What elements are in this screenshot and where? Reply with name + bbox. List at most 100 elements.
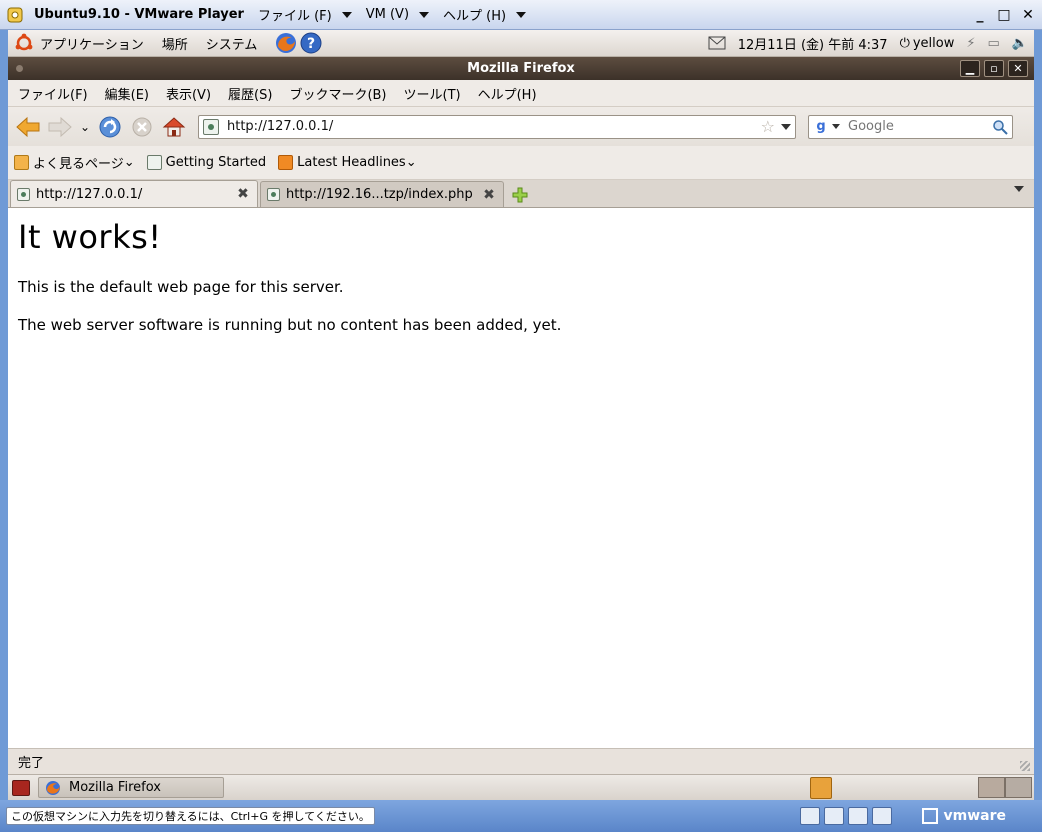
url-dropdown-icon[interactable] xyxy=(781,123,791,130)
firefox-menubar: ファイル(F) 編集(E) 表示(V) 履歴(S) ブックマーク(B) ツール(… xyxy=(8,80,1034,106)
status-bar: 完了 xyxy=(8,748,1034,774)
bookmark-label: Latest Headlines xyxy=(297,155,406,170)
vm-menu-file[interactable]: ファイル (F) xyxy=(258,5,332,24)
tab-list-dropdown-icon[interactable] xyxy=(1014,186,1024,192)
vm-statusbar: この仮想マシンに入力先を切り替えるには、Ctrl+G を押してください。 vmw… xyxy=(0,800,1042,832)
url-bar[interactable]: ☆ xyxy=(198,114,796,139)
bookmark-latest-headlines[interactable]: Latest Headlines ⌄ xyxy=(278,155,417,170)
search-engine-dropdown-icon[interactable] xyxy=(832,124,840,129)
gnome-bottom-panel: Mozilla Firefox xyxy=(8,774,1034,800)
menu-view[interactable]: 表示(V) xyxy=(166,84,211,103)
vmware-logo-icon xyxy=(921,808,938,824)
search-bar[interactable]: g xyxy=(808,114,1013,139)
bookmark-label: よく見るページ xyxy=(33,157,124,172)
back-button[interactable] xyxy=(14,113,42,141)
close-button[interactable]: ✕ xyxy=(1020,7,1036,23)
window-menu-icon[interactable] xyxy=(16,65,23,72)
folder-icon xyxy=(14,155,29,170)
bookmarks-toolbar: よく見るページ ⌄ Getting Started Latest Headlin… xyxy=(8,146,1034,180)
page-paragraph: The web server software is running but n… xyxy=(18,316,562,334)
user-switcher[interactable]: ⏻ yellow xyxy=(900,36,955,51)
battery-icon[interactable]: ▭ xyxy=(988,36,1000,51)
search-input[interactable] xyxy=(846,118,991,135)
applications-menu-label: アプリケーション xyxy=(40,37,144,53)
firefox-window-controls: ▁ ▫ ✕ xyxy=(960,60,1028,77)
minimize-button[interactable]: ▁ xyxy=(960,60,980,77)
guest-screen: アプリケーション 場所 システム ? 12月11日 (金) 午前 4:37 ⏻ … xyxy=(8,30,1034,800)
tab-strip: http://127.0.0.1/ ✖ http://192.16...tzp/… xyxy=(8,180,1034,208)
dropdown-arrow-icon[interactable] xyxy=(516,11,527,18)
page-icon xyxy=(267,188,280,201)
user-name: yellow xyxy=(912,35,955,51)
sound-icon[interactable] xyxy=(871,807,892,825)
vm-menu-vm[interactable]: VM (V) xyxy=(366,7,409,22)
firefox-launcher-icon[interactable] xyxy=(275,32,297,54)
workspace-switcher[interactable] xyxy=(978,777,1032,798)
home-button[interactable] xyxy=(160,113,188,141)
tab-localhost[interactable]: http://127.0.0.1/ ✖ xyxy=(10,180,258,207)
forward-arrow-icon xyxy=(48,116,72,137)
reload-button[interactable] xyxy=(96,113,124,141)
places-menu[interactable]: 場所 xyxy=(162,34,188,53)
search-engine-icon[interactable]: g xyxy=(812,119,830,135)
hard-disk-icon[interactable] xyxy=(799,807,820,825)
maximize-button[interactable]: □ xyxy=(996,7,1012,23)
applications-menu[interactable]: アプリケーション xyxy=(14,33,144,53)
system-menu[interactable]: システム xyxy=(206,34,258,53)
clock[interactable]: 12月11日 (金) 午前 4:37 xyxy=(738,34,888,53)
menu-help[interactable]: ヘルプ(H) xyxy=(478,84,537,103)
panel-indicators: 12月11日 (金) 午前 4:37 ⏻ yellow ⚡ ▭ 🔈 xyxy=(708,34,1028,53)
vm-titlebar: Ubuntu9.10 - VMware Player ファイル (F) VM (… xyxy=(0,0,1042,30)
bookmark-most-visited[interactable]: よく見るページ ⌄ xyxy=(14,153,135,172)
tab-label: http://192.16...tzp/index.php xyxy=(286,187,473,202)
vmware-logo: vmware xyxy=(921,808,1007,824)
dropdown-arrow-icon[interactable] xyxy=(341,11,352,18)
show-desktop-icon[interactable] xyxy=(12,779,30,796)
bookmark-label: Getting Started xyxy=(165,155,267,170)
url-input[interactable] xyxy=(225,118,757,135)
workspace-1[interactable] xyxy=(978,777,1005,798)
history-dropdown[interactable]: ⌄ xyxy=(78,113,92,141)
taskbar-firefox[interactable]: Mozilla Firefox xyxy=(38,777,224,798)
launchers: ? xyxy=(275,32,325,54)
close-tab-icon[interactable]: ✖ xyxy=(235,186,251,202)
bookmark-getting-started[interactable]: Getting Started xyxy=(146,155,267,170)
trash-icon[interactable] xyxy=(810,777,832,799)
taskbar-label: Mozilla Firefox xyxy=(69,780,161,795)
vmware-app-icon xyxy=(7,7,23,22)
network-icon[interactable]: ⚡ xyxy=(966,36,975,51)
menu-bookmarks[interactable]: ブックマーク(B) xyxy=(289,84,386,103)
close-button[interactable]: ✕ xyxy=(1008,60,1028,77)
close-tab-icon[interactable]: ✖ xyxy=(481,187,497,203)
new-tab-button[interactable] xyxy=(508,183,532,207)
help-launcher-icon[interactable]: ? xyxy=(300,32,322,54)
home-icon xyxy=(162,116,186,136)
dropdown-arrow-icon[interactable] xyxy=(419,11,430,18)
mail-icon[interactable] xyxy=(708,36,726,50)
resize-grip-icon[interactable] xyxy=(1020,761,1030,771)
workspace-2[interactable] xyxy=(1005,777,1032,798)
cd-drive-icon[interactable] xyxy=(823,807,844,825)
menu-edit[interactable]: 編集(E) xyxy=(105,84,149,103)
bookmark-star-icon[interactable]: ☆ xyxy=(761,117,775,136)
menu-tools[interactable]: ツール(T) xyxy=(404,84,461,103)
vm-input-hint: この仮想マシンに入力先を切り替えるには、Ctrl+G を押してください。 xyxy=(6,807,375,825)
volume-icon[interactable]: 🔈 xyxy=(1012,36,1028,51)
menu-file[interactable]: ファイル(F) xyxy=(18,84,88,103)
vmware-brand: vmware xyxy=(943,808,1007,824)
menu-history[interactable]: 履歴(S) xyxy=(228,84,272,103)
tab-remote-index[interactable]: http://192.16...tzp/index.php ✖ xyxy=(260,181,504,207)
search-icon[interactable] xyxy=(991,118,1009,136)
site-identity-icon[interactable] xyxy=(203,118,219,135)
forward-button[interactable] xyxy=(46,113,74,141)
vm-menu-help[interactable]: ヘルプ (H) xyxy=(443,5,506,24)
firefox-icon xyxy=(46,780,60,795)
plus-icon xyxy=(512,187,528,203)
chevron-down-icon: ⌄ xyxy=(123,155,135,170)
chevron-down-icon: ⌄ xyxy=(405,155,417,170)
minimize-button[interactable]: _ xyxy=(972,7,988,23)
vm-window-controls: _ □ ✕ xyxy=(972,7,1036,23)
stop-button[interactable] xyxy=(128,113,156,141)
maximize-button[interactable]: ▫ xyxy=(984,60,1004,77)
network-adapter-icon[interactable] xyxy=(847,807,868,825)
